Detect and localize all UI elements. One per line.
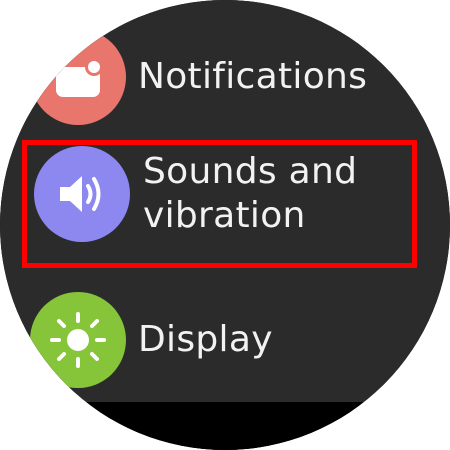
menu-item-label: Display — [138, 319, 273, 360]
sun-icon — [30, 292, 126, 388]
menu-item-label: Notifications — [138, 56, 368, 97]
menu-item-sounds-and-vibration[interactable]: Sounds and vibration — [24, 139, 424, 249]
menu-item-notifications[interactable]: Notifications — [30, 22, 430, 132]
notifications-icon — [30, 29, 126, 125]
speaker-icon — [34, 146, 130, 242]
menu-item-display[interactable]: Display — [30, 285, 430, 395]
menu-item-label: Sounds and vibration — [143, 151, 358, 236]
bottom-bar — [0, 402, 450, 450]
watch-face: Notifications Sounds and vibration Displ… — [0, 0, 450, 450]
settings-screen: Notifications Sounds and vibration Displ… — [0, 0, 450, 450]
